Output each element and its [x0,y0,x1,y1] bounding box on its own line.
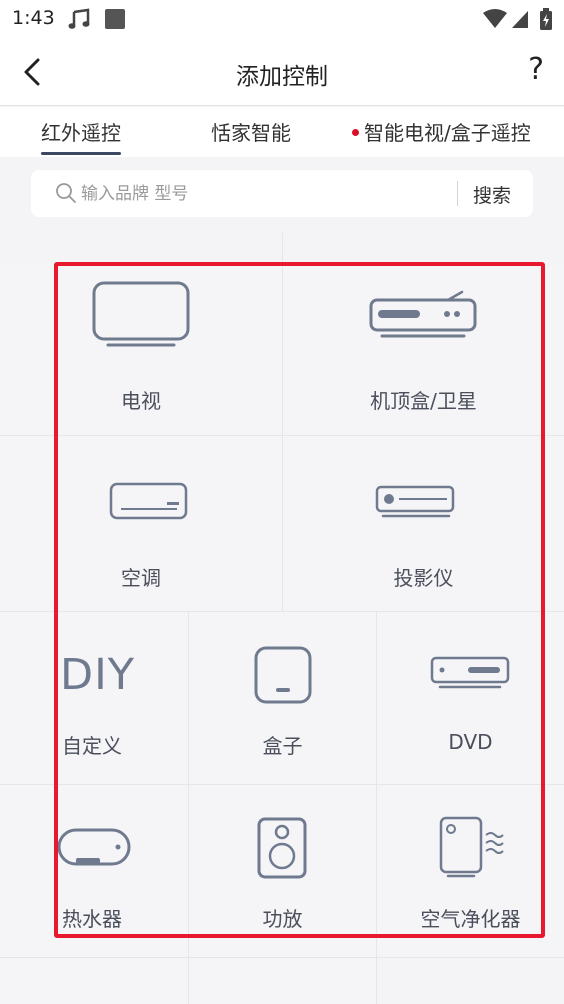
water-heater-icon [57,828,131,866]
device-label: 空调 [121,566,161,590]
device-label: 自定义 [62,734,122,758]
search-button[interactable]: 搜索 [473,181,511,208]
tab-label: 智能电视/盒子遥控 [364,121,531,145]
search-area: 搜索 [0,157,564,233]
help-button[interactable]: ? [528,52,544,87]
search-bar: 搜索 [31,170,533,217]
device-air-conditioner[interactable]: 空调 [0,436,282,611]
device-label: DVD [448,730,493,754]
status-bar: 1:43 [0,0,564,38]
signal-icon [512,11,528,28]
box-icon [254,646,312,704]
device-label: 热水器 [62,907,122,931]
tab-bar: 红外遥控 恬家智能 智能电视/盒子遥控 [0,107,564,157]
device-box[interactable]: 盒子 [189,612,376,784]
projector-icon [375,485,455,518]
device-label: 电视 [121,389,161,413]
device-air-purifier[interactable]: 空气净化器 [377,785,564,957]
tab-tianjia-smart[interactable]: 恬家智能 [211,117,291,146]
set-top-box-icon [369,290,477,338]
page-title: 添加控制 [236,64,328,90]
tab-infrared-remote[interactable]: 红外遥控 [41,117,121,155]
wifi-icon [483,9,507,28]
battery-icon [540,8,552,30]
diy-icon: DIY [60,650,136,700]
search-divider [457,181,458,206]
device-label: 盒子 [262,734,303,758]
tv-icon [92,281,190,347]
device-label: 机顶盒/卫星 [370,389,477,413]
dvd-icon [430,656,510,689]
search-input[interactable] [81,180,441,208]
grid-cell-empty [189,958,376,1004]
search-icon [56,183,76,203]
music-note-icon [68,8,90,29]
device-tv[interactable]: 电视 [0,263,282,435]
status-time: 1:43 [12,7,55,29]
tab-label: 恬家智能 [211,121,291,145]
device-dvd[interactable]: DVD [377,612,564,784]
grid-cell-empty [0,958,188,1004]
device-custom[interactable]: DIY 自定义 [0,612,188,784]
device-label: 空气净化器 [420,907,521,931]
new-dot-badge [352,129,359,136]
app-bar: 添加控制 ? [0,38,564,106]
device-label: 投影仪 [393,566,454,590]
device-set-top-box[interactable]: 机顶盒/卫星 [283,263,564,435]
device-projector[interactable]: 投影仪 [283,436,564,611]
device-grid: 电视 机顶盒/卫星 空调 投影仪 DIY 自定义 盒子 DVD 热水器 功放 空… [0,233,564,1004]
app-notification-icon [105,9,125,29]
device-water-heater[interactable]: 热水器 [0,785,188,957]
tab-label: 红外遥控 [41,121,121,145]
tab-smart-tv-box-remote[interactable]: 智能电视/盒子遥控 [352,117,531,146]
amplifier-icon [257,817,307,879]
device-amplifier[interactable]: 功放 [189,785,376,957]
air-conditioner-icon [109,482,188,520]
air-purifier-icon [439,816,504,878]
device-label: 功放 [262,907,303,931]
